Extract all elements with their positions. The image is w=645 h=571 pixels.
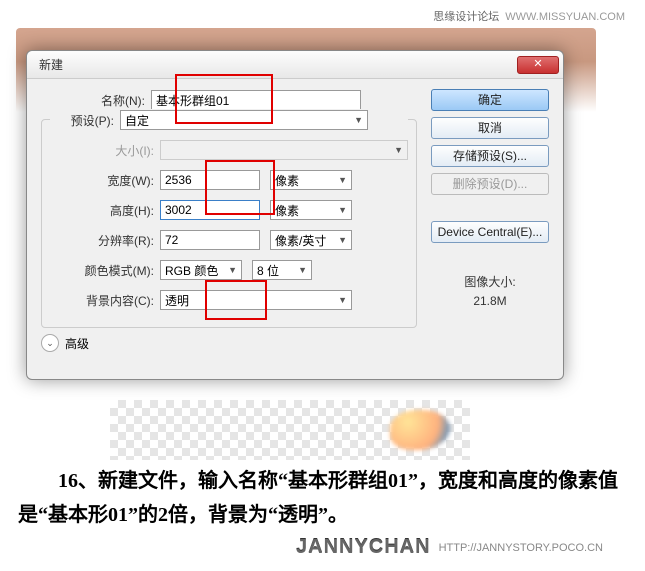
save-preset-button[interactable]: 存储预设(S)... <box>431 145 549 167</box>
device-central-button[interactable]: Device Central(E)... <box>431 221 549 243</box>
chevron-down-icon: ▼ <box>394 145 403 155</box>
new-document-dialog: 新建 ✕ 名称(N): 预设(P): 自定▼ 大小(I): ▼ <box>26 50 564 380</box>
ok-button[interactable]: 确定 <box>431 89 549 111</box>
background-dropdown[interactable]: 透明▼ <box>160 290 352 310</box>
instruction-text: 16、新建文件，输入名称“基本形群组01”，宽度和高度的像素值是“基本形01”的… <box>18 464 628 532</box>
width-unit-dropdown[interactable]: 像素▼ <box>270 170 352 190</box>
advanced-label: 高级 <box>65 335 89 352</box>
dialog-title: 新建 <box>39 56 517 73</box>
close-button[interactable]: ✕ <box>517 56 559 74</box>
background-label: 背景内容(C): <box>50 292 160 309</box>
size-label: 大小(I): <box>50 142 160 159</box>
name-label: 名称(N): <box>41 92 151 109</box>
height-unit-dropdown[interactable]: 像素▼ <box>270 200 352 220</box>
chevron-double-down-icon[interactable]: ⌄ <box>41 334 59 352</box>
preset-dropdown[interactable]: 自定▼ <box>120 110 368 130</box>
preset-label: 预设(P): <box>50 112 120 129</box>
bottom-signature: JANNYCHAN HTTP://JANNYSTORY.POCO.CN <box>296 536 603 559</box>
width-input[interactable] <box>160 170 260 190</box>
cancel-button[interactable]: 取消 <box>431 117 549 139</box>
chevron-down-icon: ▼ <box>338 295 347 305</box>
resolution-unit-dropdown[interactable]: 像素/英寸▼ <box>270 230 352 250</box>
chevron-down-icon: ▼ <box>338 235 347 245</box>
top-watermark: 思缘设计论坛WWW.MISSYUAN.COM <box>433 8 625 24</box>
height-label: 高度(H): <box>50 202 160 219</box>
width-label: 宽度(W): <box>50 172 160 189</box>
checkerboard-bg <box>110 400 470 460</box>
chevron-down-icon: ▼ <box>354 115 363 125</box>
advanced-row[interactable]: ⌄ 高级 <box>41 334 417 352</box>
resolution-input[interactable] <box>160 230 260 250</box>
chevron-down-icon: ▼ <box>228 265 237 275</box>
colormode-label: 颜色模式(M): <box>50 262 160 279</box>
size-dropdown: ▼ <box>160 140 408 160</box>
chevron-down-icon: ▼ <box>338 205 347 215</box>
bitdepth-dropdown[interactable]: 8 位▼ <box>252 260 312 280</box>
name-input[interactable] <box>151 90 361 110</box>
chevron-down-icon: ▼ <box>298 265 307 275</box>
titlebar[interactable]: 新建 ✕ <box>27 51 563 79</box>
height-input[interactable] <box>160 200 260 220</box>
signature-url: HTTP://JANNYSTORY.POCO.CN <box>439 542 603 554</box>
image-size-info: 图像大小: 21.8M <box>431 273 549 311</box>
chevron-down-icon: ▼ <box>338 175 347 185</box>
colormode-dropdown[interactable]: RGB 颜色▼ <box>160 260 242 280</box>
settings-fieldset: 预设(P): 自定▼ 大小(I): ▼ 宽度(W): 像素▼ <box>41 119 417 328</box>
delete-preset-button: 删除预设(D)... <box>431 173 549 195</box>
resolution-label: 分辨率(R): <box>50 232 160 249</box>
signature-logo: JANNYCHAN <box>296 536 431 559</box>
